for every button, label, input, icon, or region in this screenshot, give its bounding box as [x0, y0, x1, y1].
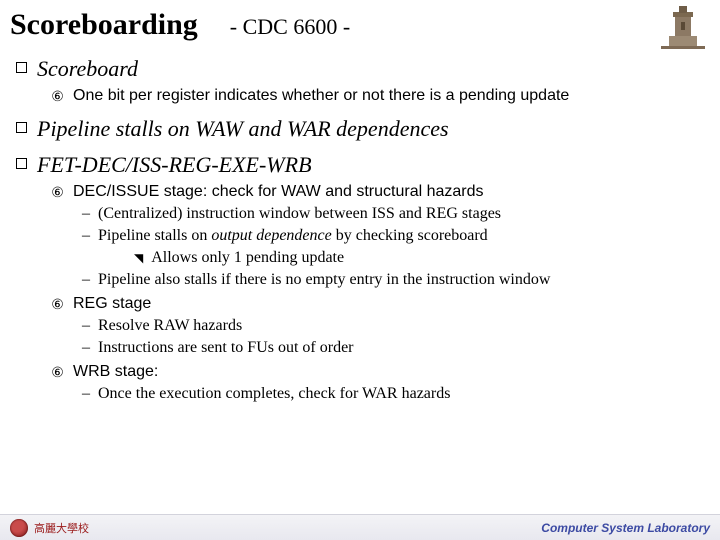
title-row: Scoreboarding - CDC 6600 - — [10, 8, 710, 46]
dash-item: –Once the execution completes, check for… — [82, 384, 710, 404]
dash-bullet-icon: – — [82, 384, 90, 404]
dash-item: –Pipeline also stalls if there is no emp… — [82, 270, 710, 290]
section-heading: Scoreboard — [16, 56, 710, 82]
page-subtitle: - CDC 6600 - — [230, 14, 350, 40]
sub-item: ⑥ WRB stage: — [50, 362, 710, 382]
dash-item-text: Resolve RAW hazards — [98, 316, 242, 336]
footer: 高麗大學校 Computer System Laboratory — [0, 514, 720, 540]
circled-bullet-icon: ⑥ — [50, 294, 65, 314]
sub-item-text: One bit per register indicates whether o… — [73, 86, 569, 106]
footer-left-text: 高麗大學校 — [34, 520, 89, 536]
heading-text: FET-DEC/ISS-REG-EXE-WRB — [37, 152, 312, 178]
sub-item-text: WRB stage: — [73, 362, 158, 382]
heading-text: Pipeline stalls on WAW and WAR dependenc… — [37, 116, 449, 142]
dash-bullet-icon: – — [82, 226, 90, 246]
heading-text: Scoreboard — [37, 56, 138, 82]
crest-icon — [10, 519, 28, 537]
page-title: Scoreboarding — [10, 8, 198, 42]
dash-item: –Pipeline stalls on output dependence by… — [82, 226, 710, 246]
section-heading: Pipeline stalls on WAW and WAR dependenc… — [16, 116, 710, 142]
sub-item: ⑥ DEC/ISSUE stage: check for WAW and stru… — [50, 182, 710, 202]
circled-bullet-icon: ⑥ — [50, 182, 65, 202]
square-bullet-icon — [16, 158, 27, 169]
tower-icon — [660, 4, 706, 50]
dash-item-text: Pipeline stalls on output dependence by … — [98, 226, 488, 246]
dash-item: –(Centralized) instruction window betwee… — [82, 204, 710, 224]
slide: Scoreboarding - CDC 6600 - Scoreboard ⑥ On… — [0, 0, 720, 446]
square-bullet-icon — [16, 122, 27, 133]
section-heading: FET-DEC/ISS-REG-EXE-WRB — [16, 152, 710, 178]
dash-bullet-icon: – — [82, 338, 90, 358]
sub-item: ⑥ REG stage — [50, 294, 710, 314]
dash-bullet-icon: – — [82, 204, 90, 224]
dash-item-text: Once the execution completes, check for … — [98, 384, 450, 404]
dash-item: –Instructions are sent to FUs out of ord… — [82, 338, 710, 358]
sub-item: ⑥ One bit per register indicates whether … — [50, 86, 710, 106]
sub-item-text: DEC/ISSUE stage: check for WAW and struc… — [73, 182, 484, 202]
dash-bullet-icon: – — [82, 270, 90, 290]
circled-bullet-icon: ⑥ — [50, 86, 65, 106]
dash-item-text: (Centralized) instruction window between… — [98, 204, 501, 224]
dash-bullet-icon: – — [82, 316, 90, 336]
tri-item: ◥ Allows only 1 pending update — [134, 248, 710, 268]
dash-item-text: Pipeline also stalls if there is no empt… — [98, 270, 550, 290]
circled-bullet-icon: ⑥ — [50, 362, 65, 382]
footer-left: 高麗大學校 — [10, 519, 89, 537]
footer-right-text: Computer System Laboratory — [541, 521, 710, 535]
content: Scoreboard ⑥ One bit per register indicate… — [10, 56, 710, 404]
triangle-bullet-icon: ◥ — [134, 248, 143, 268]
tri-item-text: Allows only 1 pending update — [151, 248, 344, 268]
dash-item-text: Instructions are sent to FUs out of orde… — [98, 338, 354, 358]
sub-item-text: REG stage — [73, 294, 151, 314]
dash-item: –Resolve RAW hazards — [82, 316, 710, 336]
square-bullet-icon — [16, 62, 27, 73]
